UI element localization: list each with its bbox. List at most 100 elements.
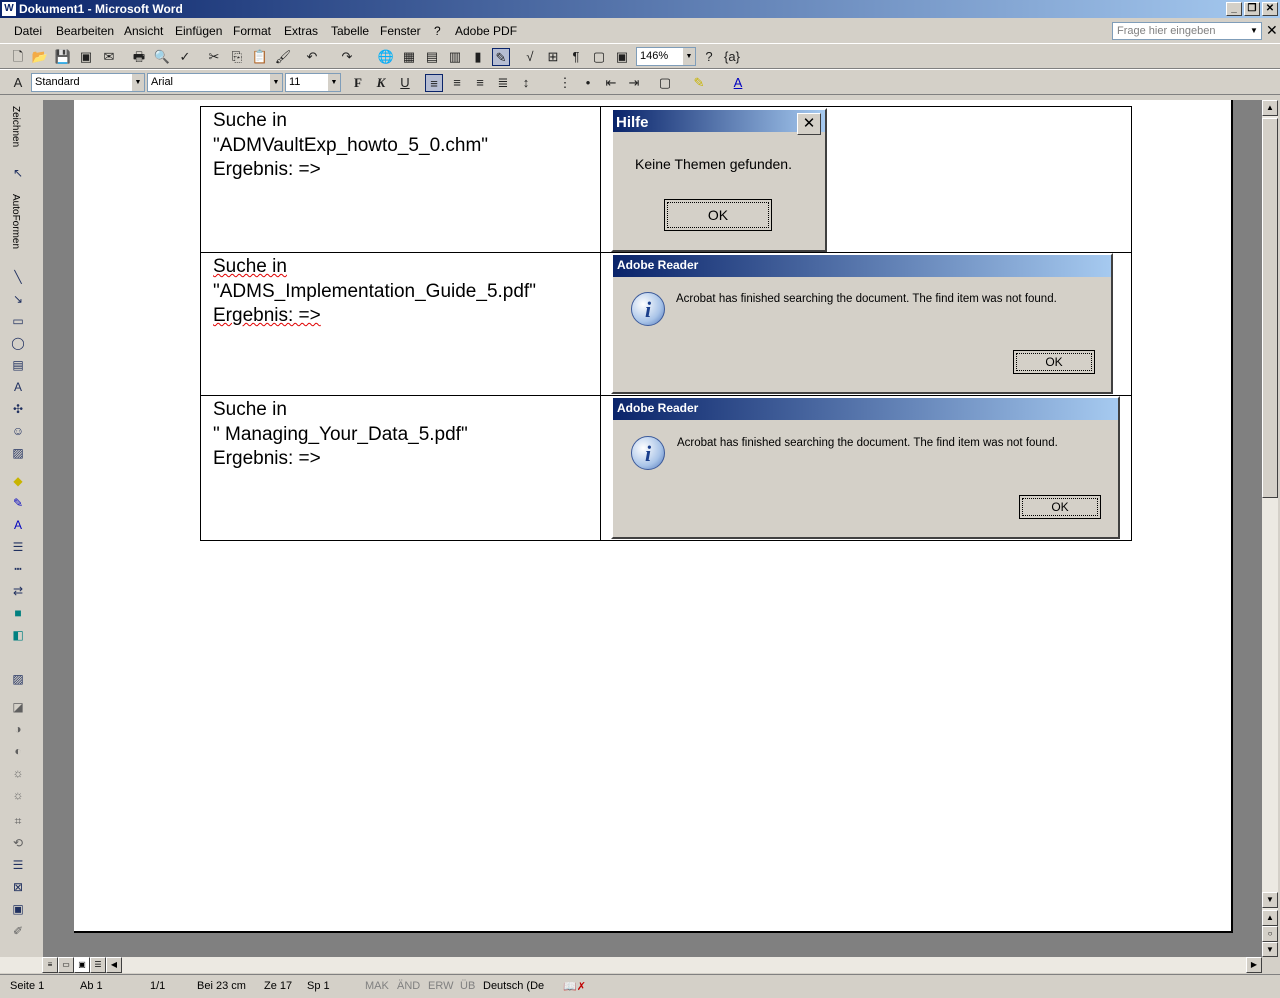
bold-button[interactable]: F <box>349 74 367 92</box>
field-code-icon[interactable]: {a} <box>723 48 741 66</box>
format-picture-icon[interactable]: ▣ <box>8 900 28 918</box>
wordart-icon[interactable]: A <box>8 378 28 396</box>
insert-table-icon[interactable]: ▤ <box>423 48 441 66</box>
table-cell[interactable]: Hilfe ✕ Keine Themen gefunden. OK <box>600 106 1132 253</box>
word-app-icon[interactable]: W <box>2 2 16 16</box>
menu-extras[interactable]: Extras <box>284 24 318 38</box>
numbering-icon[interactable]: ⋮ <box>556 74 574 92</box>
rectangle-icon[interactable]: ▭ <box>8 312 28 330</box>
zoom-select[interactable]: 146% ▼ <box>636 47 696 66</box>
new-document-icon[interactable]: 🗋 <box>9 48 27 66</box>
italic-button[interactable]: K <box>372 74 390 92</box>
underline-button[interactable]: U <box>396 74 414 92</box>
picture-line-style-icon[interactable]: ☰ <box>8 856 28 874</box>
show-formatting-icon[interactable]: ¶ <box>567 48 585 66</box>
align-center-icon[interactable]: ≡ <box>448 74 466 92</box>
more-brightness-icon[interactable]: ☼ <box>8 764 28 782</box>
scroll-down-icon[interactable]: ▼ <box>1262 892 1278 908</box>
paste-icon[interactable]: 📋 <box>251 48 269 66</box>
minimize-button[interactable]: _ <box>1226 2 1242 16</box>
table-cell[interactable]: Suche in "ADMVaultExp_howto_5_0.chm" Erg… <box>200 106 601 253</box>
table-cell[interactable]: Suche in " Managing_Your_Data_5.pdf" Erg… <box>200 395 601 541</box>
increase-indent-icon[interactable]: ⇥ <box>625 74 643 92</box>
line-spacing-icon[interactable]: ↕ <box>517 74 535 92</box>
redo-icon[interactable]: ↷ <box>338 48 356 66</box>
open-folder-icon[interactable]: 📂 <box>31 48 49 66</box>
menu-ansicht[interactable]: Ansicht <box>124 24 163 38</box>
menu-format[interactable]: Format <box>233 24 271 38</box>
copy-icon[interactable]: ⎘ <box>228 48 246 66</box>
decrease-indent-icon[interactable]: ⇤ <box>602 74 620 92</box>
less-brightness-icon[interactable]: ☼ <box>8 786 28 804</box>
hyperlink-icon[interactable]: 🌐 <box>377 48 395 66</box>
document-page[interactable]: Suche in "ADMVaultExp_howto_5_0.chm" Erg… <box>74 100 1233 933</box>
color-mode-icon[interactable]: ◪ <box>8 698 28 716</box>
equation-icon[interactable]: √ <box>521 48 539 66</box>
chevron-down-icon[interactable]: ▼ <box>270 74 282 91</box>
table-cell[interactable]: Adobe Reader i Acrobat has finished sear… <box>600 252 1132 396</box>
status-track-changes[interactable]: ÄND <box>397 980 420 992</box>
chevron-down-icon[interactable]: ▼ <box>132 74 144 91</box>
chevron-down-icon[interactable]: ▼ <box>1248 24 1260 38</box>
restore-button[interactable]: ❐ <box>1244 2 1260 16</box>
oval-icon[interactable]: ◯ <box>8 334 28 352</box>
chevron-down-icon[interactable]: ▼ <box>683 48 695 65</box>
diagram-icon[interactable]: ✣ <box>8 400 28 418</box>
arrow-icon[interactable]: ↘ <box>8 290 28 308</box>
styles-pane-icon[interactable]: A <box>9 74 27 92</box>
print-preview-icon[interactable]: 🔍 <box>153 48 171 66</box>
browse-object-icon[interactable]: ○ <box>1262 926 1278 942</box>
status-extend[interactable]: ERW <box>428 980 453 992</box>
spelling-status-icon[interactable]: 📖✗ <box>563 980 586 993</box>
columns-icon[interactable]: ▮ <box>469 48 487 66</box>
table-cell[interactable]: Suche in "ADMS_Implementation_Guide_5.pd… <box>200 252 601 396</box>
dash-style-icon[interactable]: ┅ <box>8 560 28 578</box>
menu-adobe-pdf[interactable]: Adobe PDF <box>455 24 517 38</box>
draw-font-color-icon[interactable]: A <box>8 516 28 534</box>
line-icon[interactable]: ╲ <box>8 268 28 286</box>
arrow-style-icon[interactable]: ⇄ <box>8 582 28 600</box>
permission-icon[interactable]: ▣ <box>77 48 95 66</box>
table-cell[interactable]: Adobe Reader i Acrobat has finished sear… <box>600 395 1132 541</box>
scroll-up-icon[interactable]: ▲ <box>1262 100 1278 116</box>
outline-view-icon[interactable]: ☰ <box>90 957 106 973</box>
format-painter-icon[interactable]: 🖌 <box>274 48 292 66</box>
borders-icon[interactable]: ▢ <box>656 74 674 92</box>
drawing-icon[interactable]: ✎ <box>492 48 510 66</box>
justify-icon[interactable]: ≣ <box>494 74 512 92</box>
tables-borders-icon[interactable]: ▦ <box>400 48 418 66</box>
undo-icon[interactable]: ↶ <box>303 48 321 66</box>
compress-icon[interactable]: ⊠ <box>8 878 28 896</box>
scroll-left-icon[interactable]: ◀ <box>106 957 122 973</box>
clipart-icon[interactable]: ☺ <box>8 422 28 440</box>
menu-einfuegen[interactable]: Einfügen <box>175 24 222 38</box>
shadow-icon[interactable]: ■ <box>8 604 28 622</box>
scroll-right-icon[interactable]: ▶ <box>1246 957 1262 973</box>
bullets-icon[interactable]: • <box>579 74 597 92</box>
save-icon[interactable]: 💾 <box>54 48 72 66</box>
menu-help[interactable]: ? <box>434 24 441 38</box>
select-objects-icon[interactable]: ↖ <box>8 164 28 182</box>
cut-icon[interactable]: ✂ <box>205 48 223 66</box>
help-icon[interactable]: ? <box>700 48 718 66</box>
less-contrast-icon[interactable]: ◐ <box>8 742 28 760</box>
menu-tabelle[interactable]: Tabelle <box>331 24 369 38</box>
print-icon[interactable]: 🖶 <box>130 48 148 66</box>
research-icon[interactable]: ▣ <box>613 48 631 66</box>
insert-excel-icon[interactable]: ▥ <box>446 48 464 66</box>
set-transparent-icon[interactable]: ✐ <box>8 922 28 940</box>
print-layout-icon[interactable]: ▣ <box>74 957 90 973</box>
menu-fenster[interactable]: Fenster <box>380 24 421 38</box>
insert-picture-icon[interactable]: ▨ <box>8 670 28 688</box>
crop-icon[interactable]: ⌗ <box>8 812 28 830</box>
next-page-icon[interactable]: ▼ <box>1262 942 1278 957</box>
previous-page-icon[interactable]: ▲ <box>1262 910 1278 926</box>
font-select[interactable]: Arial ▼ <box>147 73 283 92</box>
close-window-button[interactable]: ✕ <box>1262 2 1278 16</box>
menu-bearbeiten[interactable]: Bearbeiten <box>56 24 114 38</box>
3d-icon[interactable]: ◧ <box>8 626 28 644</box>
font-size-select[interactable]: 11 ▼ <box>285 73 341 92</box>
horizontal-scrollbar[interactable]: ≡ ▭ ▣ ☰ ◀ ▶ <box>0 957 1262 973</box>
spelling-icon[interactable]: ✓ <box>176 48 194 66</box>
status-overtype[interactable]: ÜB <box>460 980 475 992</box>
